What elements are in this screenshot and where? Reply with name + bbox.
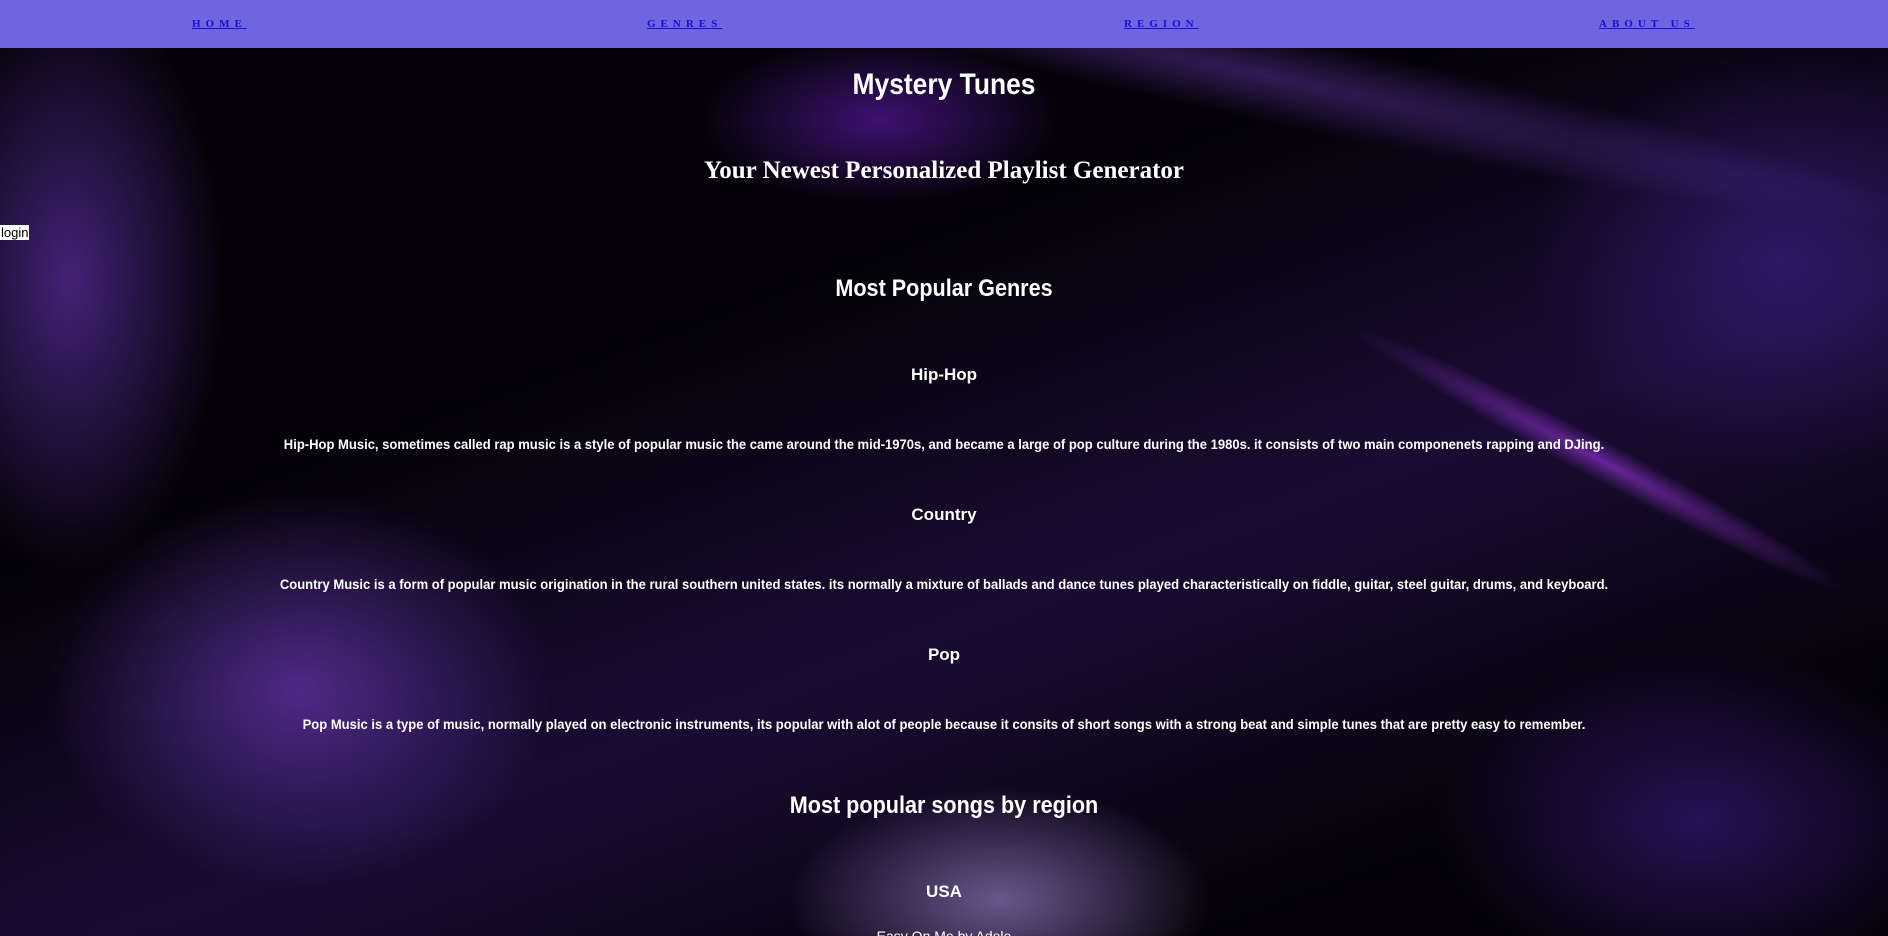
- login-button[interactable]: login: [0, 225, 30, 240]
- site-title: Mystery Tunes: [852, 68, 1036, 101]
- genre-name-pop: Pop: [927, 645, 961, 664]
- genre-description-pop: Pop Music is a type of music, normally p…: [302, 716, 1586, 732]
- main-content: Mystery Tunes Your Newest Personalized P…: [0, 0, 1888, 936]
- genre-description-country: Country Music is a form of popular music…: [279, 576, 1609, 592]
- nav-link-region[interactable]: REGION: [1124, 18, 1199, 30]
- nav-link-home[interactable]: HOME: [192, 18, 247, 30]
- genre-description-hip-hop: Hip-Hop Music, sometimes called rap musi…: [283, 436, 1605, 452]
- region-name-usa: USA: [926, 882, 962, 901]
- site-subtitle: Your Newest Personalized Playlist Genera…: [704, 157, 1184, 184]
- genres-heading: Most Popular Genres: [835, 275, 1053, 302]
- regions-heading: Most popular songs by region: [789, 792, 1099, 819]
- region-song-usa: Easy On Me by Adele: [876, 928, 1012, 936]
- nav-link-about-us[interactable]: ABOUT US: [1599, 18, 1695, 30]
- nav-link-genres[interactable]: GENRES: [647, 18, 722, 30]
- top-navbar: HOME GENRES REGION ABOUT US: [0, 0, 1888, 48]
- genre-name-hip-hop: Hip-Hop: [910, 365, 978, 384]
- genre-name-country: Country: [911, 505, 977, 524]
